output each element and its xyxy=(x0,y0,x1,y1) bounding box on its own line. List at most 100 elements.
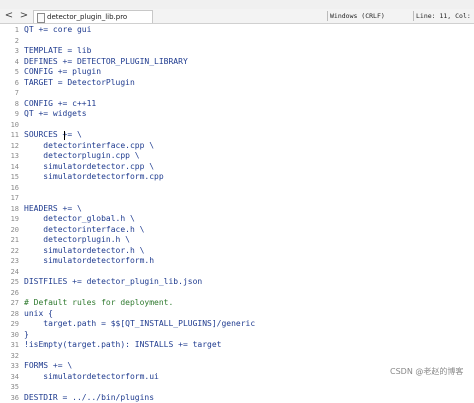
code-text: HEADERS += \ xyxy=(24,204,82,215)
line-number: 26 xyxy=(0,288,19,299)
code-text: } xyxy=(24,330,29,341)
code-line[interactable]: 9QT += widgets xyxy=(0,109,474,120)
code-line[interactable]: 31 !isEmpty(target.path): INSTALLS += tar… xyxy=(0,340,474,351)
line-number: 24 xyxy=(0,267,19,278)
text-cursor xyxy=(64,131,65,140)
line-number: 31 xyxy=(0,340,19,351)
line-number: 5 xyxy=(0,67,19,78)
code-editor[interactable]: 1 QT += core gui 23 TEMPLATE = lib 4 DEFINES … xyxy=(0,24,474,382)
code-line[interactable]: 11SOURCES += \ xyxy=(0,130,474,141)
line-number: 32 xyxy=(0,351,19,362)
line-number: 3 xyxy=(0,46,19,57)
code-line[interactable]: 19 detector_global.h \ xyxy=(0,214,474,225)
line-number: 21 xyxy=(0,235,19,246)
code-line[interactable]: 26 xyxy=(0,288,474,299)
code-line[interactable]: 2 xyxy=(0,36,474,47)
line-number: 27 xyxy=(0,298,19,309)
line-number: 13 xyxy=(0,151,19,162)
line-number: 34 xyxy=(0,372,19,383)
forward-icon[interactable]: > xyxy=(18,10,30,22)
code-text: detectorinterface.cpp \ xyxy=(24,141,154,152)
code-line[interactable]: 32 xyxy=(0,351,474,362)
editor-toolbar: < > detector_plugin_lib.pro Windows (CRL… xyxy=(0,9,474,24)
file-tab-label: detector_plugin_lib.pro xyxy=(47,11,127,23)
code-text: CONFIG += c++11 xyxy=(24,99,96,110)
line-number: 18 xyxy=(0,204,19,215)
line-number: 35 xyxy=(0,382,19,393)
line-number: 28 xyxy=(0,309,19,320)
code-text: TARGET = DetectorPlugin xyxy=(24,78,135,89)
code-text: detectorinterface.h \ xyxy=(24,225,144,236)
code-line[interactable]: 35 xyxy=(0,382,474,393)
code-line[interactable]: 6 TARGET = DetectorPlugin xyxy=(0,78,474,89)
code-line[interactable]: 27 # Default rules for deployment. xyxy=(0,298,474,309)
code-text: simulatordetector.cpp \ xyxy=(24,162,154,173)
code-line[interactable]: 23 simulatordetectorform.h xyxy=(0,256,474,267)
line-number: 12 xyxy=(0,141,19,152)
code-line[interactable]: 17 xyxy=(0,193,474,204)
code-line[interactable]: 24 xyxy=(0,267,474,278)
encoding-indicator[interactable]: Windows (CRLF) xyxy=(330,10,412,22)
line-number: 22 xyxy=(0,246,19,257)
code-line[interactable]: 15 simulatordetectorform.cpp xyxy=(0,172,474,183)
file-tab[interactable]: detector_plugin_lib.pro xyxy=(33,10,153,23)
line-number: 20 xyxy=(0,225,19,236)
line-number: 30 xyxy=(0,330,19,341)
code-line[interactable]: 36 DESTDIR = ../../bin/plugins xyxy=(0,393,474,403)
line-number: 23 xyxy=(0,256,19,267)
line-number: 36 xyxy=(0,393,19,403)
code-text: DESTDIR = ../../bin/plugins xyxy=(24,393,154,403)
code-text: simulatordetectorform.h xyxy=(24,256,154,267)
code-line[interactable]: 30} xyxy=(0,330,474,341)
toolbar-separator xyxy=(413,11,414,21)
line-number: 17 xyxy=(0,193,19,204)
line-number: 4 xyxy=(0,57,19,68)
code-line[interactable]: 4 DEFINES += DETECTOR_PLUGIN_LIBRARY xyxy=(0,57,474,68)
code-line[interactable]: 1 QT += core gui xyxy=(0,25,474,36)
code-text: target.path = $$[QT_INSTALL_PLUGINS]/gen… xyxy=(24,319,255,330)
code-text: simulatordetectorform.cpp xyxy=(24,172,164,183)
code-line[interactable]: 12 detectorinterface.cpp \ xyxy=(0,141,474,152)
code-line[interactable]: 7 xyxy=(0,88,474,99)
code-line[interactable]: 21 detectorplugin.h \ xyxy=(0,235,474,246)
code-text: !isEmpty(target.path): INSTALLS += targe… xyxy=(24,340,221,351)
line-number: 6 xyxy=(0,78,19,89)
code-text: simulatordetectorform.ui xyxy=(24,372,159,383)
cursor-position-indicator[interactable]: Line: 11, Col: 15 xyxy=(416,10,474,22)
code-text: DEFINES += DETECTOR_PLUGIN_LIBRARY xyxy=(24,57,188,68)
line-number: 33 xyxy=(0,361,19,372)
code-line[interactable]: 18 HEADERS += \ xyxy=(0,204,474,215)
line-number: 2 xyxy=(0,36,19,47)
code-line[interactable]: 3 TEMPLATE = lib xyxy=(0,46,474,57)
code-text: unix { xyxy=(24,309,53,320)
line-number: 9 xyxy=(0,109,19,120)
code-text: QT += core gui xyxy=(24,25,91,36)
line-number: 25 xyxy=(0,277,19,288)
code-line[interactable]: 20 detectorinterface.h \ xyxy=(0,225,474,236)
code-text: DISTFILES += detector_plugin_lib.json xyxy=(24,277,202,288)
line-number: 8 xyxy=(0,99,19,110)
code-line[interactable]: 10 xyxy=(0,120,474,131)
code-line[interactable]: 28 unix { xyxy=(0,309,474,320)
menu-help[interactable] xyxy=(0,0,3,8)
line-number: 29 xyxy=(0,319,19,330)
line-number: 10 xyxy=(0,120,19,131)
code-line[interactable]: 25 DISTFILES += detector_plugin_lib.json xyxy=(0,277,474,288)
line-number: 7 xyxy=(0,88,19,99)
code-line[interactable]: 8 CONFIG += c++11 xyxy=(0,99,474,110)
code-line[interactable]: 14 simulatordetector.cpp \ xyxy=(0,162,474,173)
code-text: # Default rules for deployment. xyxy=(24,298,173,309)
code-line[interactable]: 22 simulatordetector.h \ xyxy=(0,246,474,257)
watermark: CSDN @老赵的博客 xyxy=(390,366,463,377)
code-text: TEMPLATE = lib xyxy=(24,46,91,57)
back-icon[interactable]: < xyxy=(3,10,15,22)
line-number: 1 xyxy=(0,25,19,36)
code-line[interactable]: 16 xyxy=(0,183,474,194)
toolbar-separator xyxy=(327,11,328,21)
code-line[interactable]: 29 target.path = $$[QT_INSTALL_PLUGINS]/… xyxy=(0,319,474,330)
code-line[interactable]: 13 detectorplugin.cpp \ xyxy=(0,151,474,162)
code-text: detectorplugin.cpp \ xyxy=(24,151,140,162)
line-number: 19 xyxy=(0,214,19,225)
file-icon xyxy=(37,13,45,23)
code-line[interactable]: 5CONFIG += plugin xyxy=(0,67,474,78)
